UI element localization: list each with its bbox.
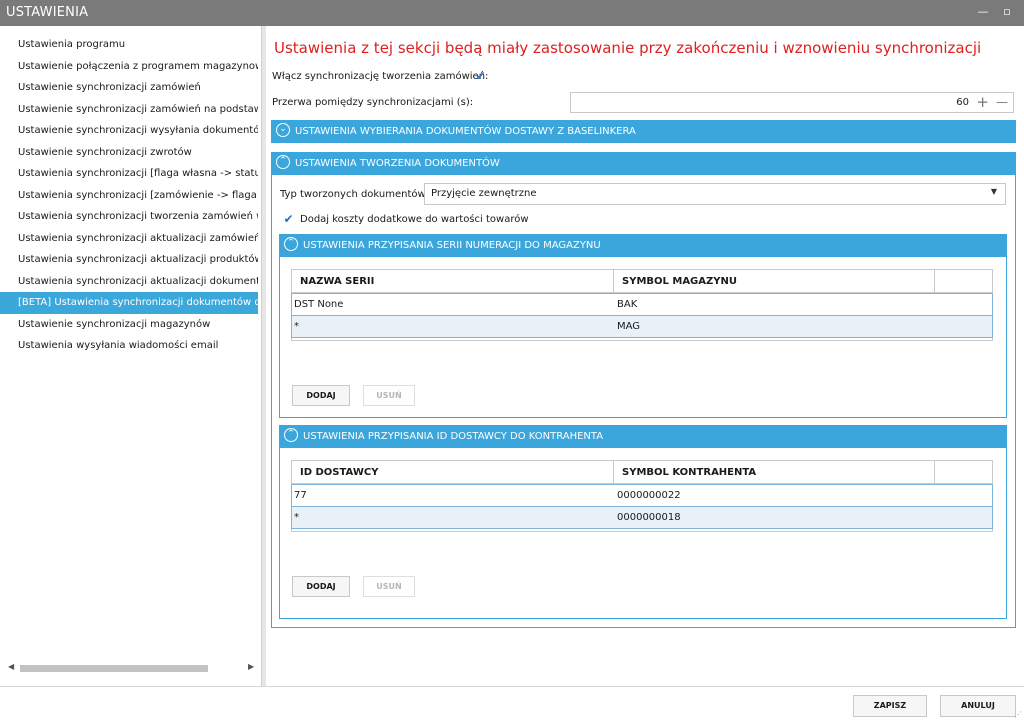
- series-grid: NAZWA SERII SYMBOL MAGAZYNU DST None BAK…: [291, 269, 993, 341]
- nav-item[interactable]: Ustawienia synchronizacji aktualizacji d…: [0, 271, 258, 293]
- section-download-header[interactable]: ⌄ USTAWIENIA WYBIERANIA DOKUMENTÓW DOSTAW…: [271, 120, 1016, 143]
- nav-item[interactable]: Ustawienie połączenia z programem magazy…: [0, 56, 258, 78]
- nav-item[interactable]: Ustawienie synchronizacji magazynów: [0, 314, 258, 336]
- series-remove-button[interactable]: USUŃ: [363, 385, 415, 406]
- extra-costs-label: Dodaj koszty dodatkowe do wartości towar…: [300, 214, 529, 225]
- interval-spinner[interactable]: 60 + —: [570, 92, 1014, 113]
- enable-sync-checkbox[interactable]: ✔: [474, 70, 487, 83]
- window-titlebar: USTAWIENIA — ▫: [0, 0, 1024, 26]
- dialog-footer: ZAPISZ ANULUJ ⋰: [0, 686, 1024, 721]
- nav-item[interactable]: Ustawienia synchronizacji aktualizacji z…: [0, 228, 258, 250]
- supplier-grid-header: ID DOSTAWCY SYMBOL KONTRAHENTA: [292, 461, 992, 484]
- chevron-up-icon[interactable]: ⌃: [284, 237, 298, 251]
- interval-label: Przerwa pomiędzy synchronizacjami (s):: [272, 97, 474, 108]
- column-header[interactable]: NAZWA SERII: [300, 276, 374, 287]
- nav-item[interactable]: Ustawienie synchronizacji wysyłania doku…: [0, 120, 258, 142]
- table-row[interactable]: DST None BAK: [291, 293, 993, 316]
- resize-grip-icon[interactable]: ⋰: [1014, 710, 1022, 719]
- settings-content: Ustawienia z tej sekcji będą miały zasto…: [266, 26, 1024, 686]
- table-cell[interactable]: 0000000018: [617, 512, 681, 523]
- series-section-title: USTAWIENIA PRZYPISANIA SERII NUMERACJI D…: [303, 240, 601, 251]
- table-cell[interactable]: DST None: [294, 299, 343, 310]
- series-grid-header: NAZWA SERII SYMBOL MAGAZYNU: [292, 270, 992, 293]
- column-header[interactable]: ID DOSTAWCY: [300, 467, 378, 478]
- table-row[interactable]: 77 0000000022: [291, 484, 993, 507]
- nav-item[interactable]: Ustawienia synchronizacji tworzenia zamó…: [0, 206, 258, 228]
- column-header[interactable]: SYMBOL KONTRAHENTA: [622, 467, 756, 478]
- table-row[interactable]: * 0000000018: [291, 506, 993, 529]
- scrollbar-thumb[interactable]: [20, 665, 208, 672]
- column-divider[interactable]: [934, 461, 935, 484]
- plus-icon[interactable]: +: [976, 93, 989, 111]
- doc-type-select[interactable]: Przyjęcie zewnętrzne ▼: [424, 183, 1006, 205]
- extra-costs-checkbox[interactable]: ✔: [282, 213, 295, 226]
- doc-type-value: Przyjęcie zewnętrzne: [431, 188, 537, 199]
- section-create-header[interactable]: ⌃ USTAWIENIA TWORZENIA DOKUMENTÓW: [271, 152, 1016, 175]
- column-divider[interactable]: [613, 270, 614, 293]
- scroll-left-icon[interactable]: ◀: [8, 662, 14, 671]
- nav-item[interactable]: Ustawienia programu: [0, 34, 258, 56]
- scroll-right-icon[interactable]: ▶: [248, 662, 254, 671]
- chevron-down-icon[interactable]: ⌄: [276, 123, 290, 137]
- table-cell[interactable]: BAK: [617, 299, 637, 310]
- section-download-title: USTAWIENIA WYBIERANIA DOKUMENTÓW DOSTAWY…: [295, 126, 636, 137]
- chevron-up-icon[interactable]: ⌃: [284, 428, 298, 442]
- section-create-title: USTAWIENIA TWORZENIA DOKUMENTÓW: [295, 158, 500, 169]
- nav-item[interactable]: Ustawienia synchronizacji [flaga własna …: [0, 163, 258, 185]
- page-heading: Ustawienia z tej sekcji będą miały zasto…: [274, 39, 982, 57]
- table-cell[interactable]: MAG: [617, 321, 640, 332]
- enable-sync-label: Włącz synchronizację tworzenia zamówień:: [272, 71, 489, 82]
- nav-item[interactable]: Ustawienia wysyłania wiadomości email: [0, 335, 258, 357]
- supplier-add-button[interactable]: DODAJ: [292, 576, 350, 597]
- table-cell[interactable]: 77: [294, 490, 307, 501]
- interval-value[interactable]: 60: [956, 97, 969, 108]
- series-add-button[interactable]: DODAJ: [292, 385, 350, 406]
- supplier-section-header[interactable]: ⌃ USTAWIENIA PRZYPISANIA ID DOSTAWCY DO K…: [279, 425, 1007, 448]
- column-divider[interactable]: [613, 461, 614, 484]
- doc-type-label: Typ tworzonych dokumentów:: [280, 189, 429, 200]
- table-cell[interactable]: *: [294, 321, 299, 332]
- chevron-up-icon[interactable]: ⌃: [276, 155, 290, 169]
- supplier-section-title: USTAWIENIA PRZYPISANIA ID DOSTAWCY DO KO…: [303, 431, 604, 442]
- supplier-remove-button[interactable]: USUŃ: [363, 576, 415, 597]
- nav-item[interactable]: Ustawienie synchronizacji zamówień: [0, 77, 258, 99]
- settings-nav-list: Ustawienia programu Ustawienie połączeni…: [0, 34, 258, 357]
- supplier-grid: ID DOSTAWCY SYMBOL KONTRAHENTA 77 000000…: [291, 460, 993, 532]
- minimize-icon[interactable]: —: [976, 5, 990, 19]
- column-header[interactable]: SYMBOL MAGAZYNU: [622, 276, 737, 287]
- dropdown-caret-icon: ▼: [990, 187, 997, 196]
- save-button[interactable]: ZAPISZ: [853, 695, 927, 717]
- column-divider[interactable]: [934, 270, 935, 293]
- table-cell[interactable]: *: [294, 512, 299, 523]
- nav-item[interactable]: Ustawienie synchronizacji zamówień na po…: [0, 99, 258, 121]
- nav-item[interactable]: Ustawienia synchronizacji aktualizacji p…: [0, 249, 258, 271]
- table-cell[interactable]: 0000000022: [617, 490, 681, 501]
- cancel-button[interactable]: ANULUJ: [940, 695, 1016, 717]
- series-section-header[interactable]: ⌃ USTAWIENIA PRZYPISANIA SERII NUMERACJI …: [279, 234, 1007, 257]
- nav-item[interactable]: Ustawienie synchronizacji zwrotów: [0, 142, 258, 164]
- window-title: USTAWIENIA: [6, 5, 89, 20]
- settings-nav-panel: Ustawienia programu Ustawienie połączeni…: [0, 26, 262, 686]
- table-row[interactable]: * MAG: [291, 315, 993, 338]
- nav-item-selected[interactable]: [BETA] Ustawienia synchronizacji dokumen…: [0, 292, 258, 314]
- nav-item[interactable]: Ustawienia synchronizacji [zamówienie ->…: [0, 185, 258, 207]
- minus-icon[interactable]: —: [996, 95, 1008, 109]
- nav-horizontal-scrollbar[interactable]: ◀ ▶: [4, 660, 258, 676]
- maximize-icon[interactable]: ▫: [1000, 5, 1014, 19]
